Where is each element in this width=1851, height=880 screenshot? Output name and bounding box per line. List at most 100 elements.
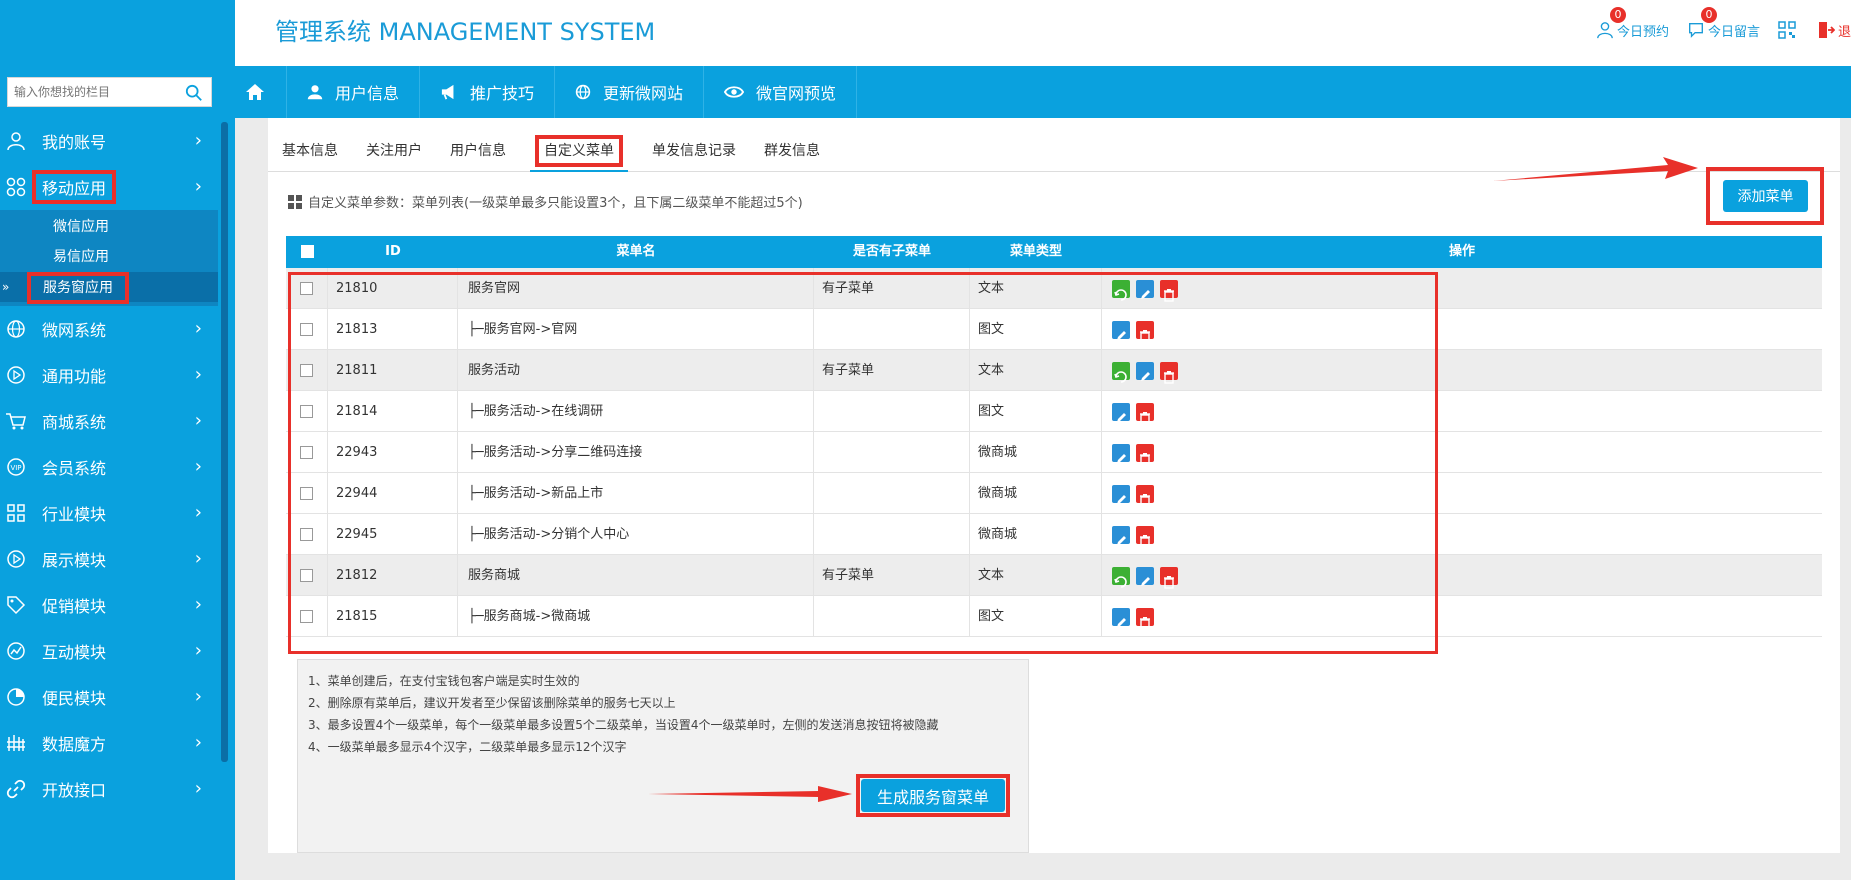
sidebar-scrollbar[interactable]: [221, 122, 228, 762]
today-messages[interactable]: 0 今日留言: [1687, 6, 1760, 40]
add-submenu-icon[interactable]: [1112, 361, 1130, 383]
sidebar-item-display[interactable]: 展示模块 ›: [0, 536, 218, 582]
logout-label: 退: [1837, 24, 1851, 40]
delete-icon[interactable]: [1136, 607, 1154, 630]
cell-id: 21812: [328, 555, 458, 596]
delete-icon[interactable]: [1136, 484, 1154, 507]
play-icon: [2, 361, 30, 389]
home-button[interactable]: [235, 66, 287, 118]
search-input[interactable]: [8, 78, 178, 106]
sidebar-item-data-cube[interactable]: 数据魔方 ›: [0, 720, 218, 766]
sidebar-item-promotion[interactable]: 促销模块 ›: [0, 582, 218, 628]
search-icon[interactable]: [185, 84, 203, 102]
nav-site-preview[interactable]: 微官网预览: [704, 66, 858, 118]
sidebar-item-micro-web[interactable]: 微网系统 ›: [0, 306, 218, 352]
nav-user-info[interactable]: 用户信息: [287, 66, 421, 118]
logout-button[interactable]: 退: [1817, 20, 1851, 40]
content-panel: 基本信息 关注用户 用户信息 自定义菜单 单发信息记录 群发信息 自定义菜单参数…: [268, 118, 1840, 853]
delete-icon[interactable]: [1160, 361, 1178, 384]
badge-count: 0: [1609, 6, 1626, 23]
chevron-right-icon: ›: [194, 456, 202, 477]
tab-single-messages[interactable]: 单发信息记录: [638, 130, 750, 172]
sidebar-item-open-api[interactable]: 开放接口 ›: [0, 766, 218, 812]
table-row: 21811 服务活动 有子菜单 文本: [286, 350, 1822, 391]
cell-actions: [1102, 309, 1822, 350]
edit-icon[interactable]: [1136, 361, 1154, 381]
sub-item-service-window[interactable]: » 服务窗应用: [0, 272, 218, 304]
cell-has-sub: [814, 309, 970, 350]
edit-icon[interactable]: [1112, 525, 1130, 545]
tab-followers[interactable]: 关注用户: [352, 130, 436, 172]
sidebar-item-interaction[interactable]: 互动模块 ›: [0, 628, 218, 674]
row-checkbox[interactable]: [300, 405, 313, 418]
logout-icon: [1818, 22, 1835, 38]
cell-type: 微商城: [970, 514, 1102, 555]
cell-actions: [1102, 473, 1822, 514]
cell-type: 微商城: [970, 432, 1102, 473]
note-line: 4、一级菜单最多显示4个汉字，二级菜单最多显示12个汉字: [308, 740, 627, 754]
edit-icon[interactable]: [1112, 484, 1130, 504]
message-icon: [1688, 23, 1703, 38]
column-header-actions: 操作: [1448, 244, 1475, 259]
tab-basic-info[interactable]: 基本信息: [268, 130, 352, 172]
add-submenu-icon[interactable]: [1112, 566, 1130, 588]
qrcode-button[interactable]: [1778, 21, 1799, 39]
sidebar-item-shop[interactable]: 商城系统 ›: [0, 398, 218, 444]
cell-type: 微商城: [970, 473, 1102, 514]
sub-item-yixin[interactable]: 易信应用: [0, 242, 218, 272]
edit-icon[interactable]: [1112, 607, 1130, 627]
scrollbar-thumb[interactable]: [221, 122, 228, 762]
play-icon: [2, 545, 30, 573]
delete-icon[interactable]: [1160, 566, 1178, 589]
sub-item-wechat[interactable]: 微信应用: [0, 212, 218, 242]
sidebar-item-label: 微网系统: [42, 321, 107, 340]
sidebar-item-mobile-apps[interactable]: 移动应用 ›: [0, 164, 218, 210]
sidebar-item-label: 互动模块: [42, 643, 107, 662]
edit-icon[interactable]: [1112, 402, 1130, 422]
row-checkbox[interactable]: [300, 323, 313, 336]
delete-icon[interactable]: [1136, 320, 1154, 343]
edit-icon[interactable]: [1136, 279, 1154, 299]
row-checkbox[interactable]: [300, 282, 313, 295]
row-checkbox[interactable]: [300, 569, 313, 582]
row-checkbox[interactable]: [300, 364, 313, 377]
cell-actions: [1102, 432, 1822, 473]
sidebar-item-member[interactable]: VIP 会员系统 ›: [0, 444, 218, 490]
cell-actions: [1102, 391, 1822, 432]
row-checkbox[interactable]: [300, 487, 313, 500]
edit-icon[interactable]: [1136, 566, 1154, 586]
edit-icon[interactable]: [1112, 443, 1130, 463]
row-checkbox[interactable]: [300, 610, 313, 623]
user-icon: [2, 127, 30, 155]
top-nav: 用户信息 推广技巧 更新微网站 微官网预览: [235, 66, 1851, 118]
cell-name: 服务活动: [458, 350, 814, 391]
delete-icon[interactable]: [1136, 525, 1154, 548]
tab-mass-messages[interactable]: 群发信息: [750, 130, 834, 172]
delete-icon[interactable]: [1136, 402, 1154, 425]
delete-icon[interactable]: [1136, 443, 1154, 466]
column-header-name: 菜单名: [616, 244, 656, 259]
sidebar-item-account[interactable]: 我的账号 ›: [0, 118, 218, 164]
delete-icon[interactable]: [1160, 279, 1178, 302]
user-icon: [1597, 22, 1613, 39]
sidebar-item-general[interactable]: 通用功能 ›: [0, 352, 218, 398]
add-menu-button[interactable]: 添加菜单: [1723, 180, 1808, 212]
tab-custom-menu[interactable]: 自定义菜单: [530, 130, 628, 172]
tab-user-info[interactable]: 用户信息: [436, 130, 520, 172]
today-appointments[interactable]: 0 今日预约: [1596, 6, 1669, 40]
sidebar-item-label: 开放接口: [42, 781, 107, 800]
sidebar-item-convenience[interactable]: 便民模块 ›: [0, 674, 218, 720]
generate-menu-button[interactable]: 生成服务窗菜单: [861, 779, 1005, 812]
cell-has-sub: [814, 432, 970, 473]
tab-label: 群发信息: [764, 143, 820, 159]
sidebar-item-label: 行业模块: [42, 505, 107, 524]
select-all-checkbox[interactable]: [300, 245, 314, 258]
row-checkbox[interactable]: [300, 446, 313, 459]
nav-update-site[interactable]: 更新微网站: [555, 66, 705, 118]
sidebar-item-industry[interactable]: 行业模块 ›: [0, 490, 218, 536]
edit-icon[interactable]: [1112, 320, 1130, 340]
nav-promotion-tips[interactable]: 推广技巧: [420, 66, 556, 118]
cell-name: ├─服务活动->新品上市: [458, 473, 814, 514]
row-checkbox[interactable]: [300, 528, 313, 541]
add-submenu-icon[interactable]: [1112, 279, 1130, 301]
